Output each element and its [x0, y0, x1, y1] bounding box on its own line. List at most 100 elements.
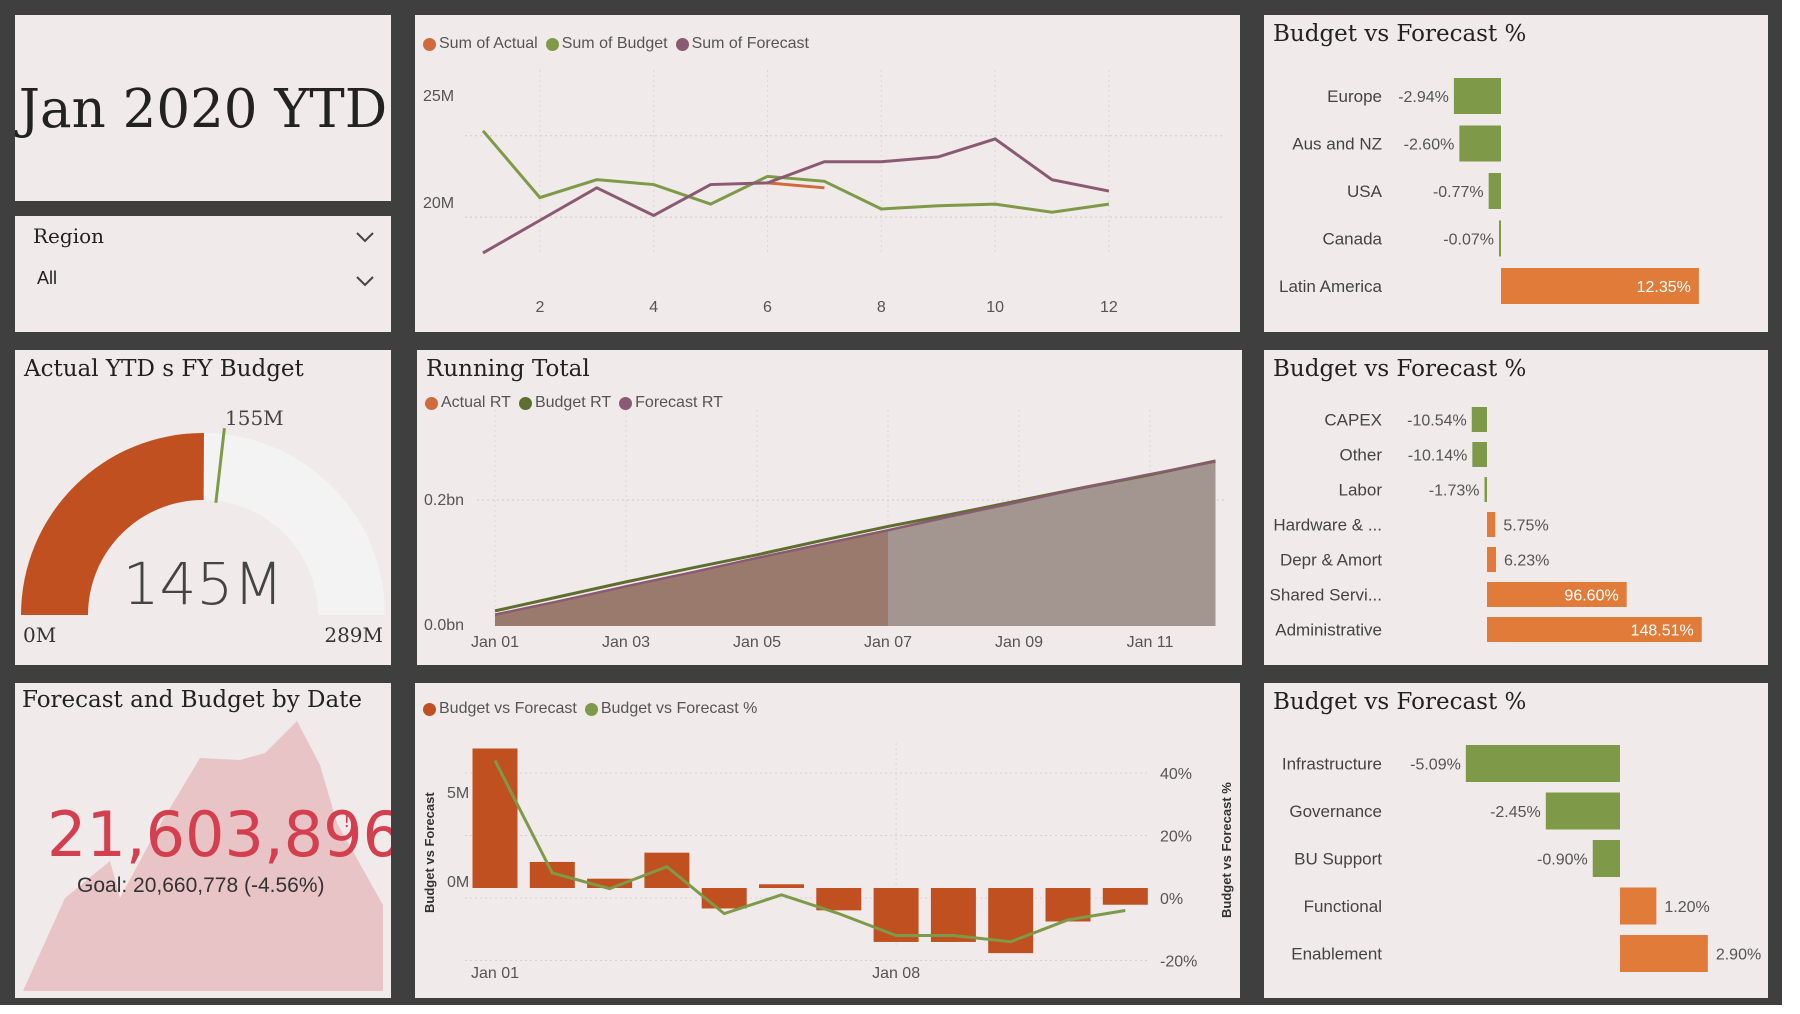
region-variance-chart: Budget vs Forecast % Europe -2.94% Aus and… [1264, 15, 1768, 332]
variance-bar [1465, 745, 1620, 782]
x-tick: Jan 03 [602, 634, 650, 651]
x-tick: 12 [1100, 299, 1118, 316]
category-label: Other [1339, 446, 1382, 465]
category-label: Latin America [1279, 277, 1383, 296]
category-label: Enablement [1291, 945, 1382, 964]
gauge-max: 289M [324, 623, 383, 647]
x-tick: 2 [535, 299, 544, 316]
value-label: -2.45% [1490, 804, 1541, 821]
x-tick: Jan 07 [864, 634, 912, 651]
kpi-title: Forecast and Budget by Date [22, 687, 363, 713]
variance-bar [1545, 792, 1620, 830]
y-tick: 0M [447, 874, 469, 891]
variance-bar [1488, 173, 1501, 209]
value-label: -5.09% [1410, 757, 1461, 774]
bar-chart: Infrastructure -5.09% Governance -2.45% BU S… [1282, 745, 1761, 972]
x-tick: 8 [877, 299, 886, 316]
variance-bar [1459, 125, 1501, 162]
y-tick-right: 20% [1160, 829, 1192, 846]
variance-bar [529, 861, 575, 888]
variance-bar [1472, 442, 1487, 467]
x-tick: Jan 01 [471, 965, 519, 982]
value-label: -0.90% [1537, 852, 1588, 869]
y-axis-right-title: Budget vs Forecast % [1219, 782, 1234, 918]
slicer-value[interactable]: All [37, 268, 57, 289]
variance-bar [988, 888, 1034, 954]
area-chart: 0.2bn 0.0bn Jan 01 Jan 03 Jan 05 Jan 07 Jan … [424, 410, 1227, 651]
value-label: -10.14% [1408, 448, 1468, 465]
variance-bar [472, 748, 518, 888]
dropdown-chevron-icon[interactable] [355, 274, 375, 292]
x-tick: Jan 11 [1127, 634, 1174, 651]
x-tick: Jan 05 [733, 634, 781, 651]
category-label: USA [1347, 182, 1383, 201]
value-label: -1.73% [1429, 483, 1480, 500]
variance-bar [1102, 888, 1148, 905]
value-label: -2.94% [1398, 89, 1449, 106]
y-tick-right: 40% [1160, 766, 1192, 783]
value-label: 148.51% [1631, 623, 1694, 640]
kpi-title: Jan 2020 YTD [18, 79, 388, 140]
function-variance-chart: Budget vs Forecast % Infrastructure -5.09… [1264, 683, 1768, 998]
x-tick: 10 [986, 299, 1004, 316]
variance-bar [873, 888, 919, 942]
category-variance-chart: Budget vs Forecast % CAPEX -10.54% Other -1… [1264, 350, 1768, 665]
kpi-goal: Goal: 20,660,778 (-4.56%) [77, 874, 325, 897]
region-slicer[interactable]: Region All [15, 216, 391, 332]
category-label: Infrastructure [1282, 755, 1382, 774]
y-tick-right: -20% [1160, 954, 1197, 971]
variance-bar [644, 852, 690, 888]
variance-bar [930, 888, 976, 942]
category-label: CAPEX [1324, 411, 1382, 430]
running-total-tile: Running Total Actual RT Budget RT Foreca… [417, 350, 1242, 665]
y-tick: 0.2bn [424, 492, 464, 509]
line-chart-tile: Sum of Actual Sum of Budget Sum of Forec… [415, 15, 1240, 332]
category-label: Shared Servi... [1270, 586, 1382, 605]
category-label: Hardware & ... [1273, 516, 1382, 535]
forecast-kpi-card: Forecast and Budget by Date 21,603,896 !… [15, 683, 391, 998]
variance-bar [1471, 407, 1487, 432]
variance-bar [1620, 935, 1708, 972]
value-label: -10.54% [1407, 413, 1467, 430]
value-label: -0.77% [1433, 184, 1484, 201]
y-tick: 5M [447, 785, 469, 802]
category-label: Functional [1304, 897, 1382, 916]
series-line [482, 137, 1110, 255]
y-axis-left-title: Budget vs Forecast [422, 792, 437, 913]
value-label: -0.07% [1443, 232, 1494, 249]
value-label: 12.35% [1637, 279, 1691, 296]
x-tick: 4 [649, 299, 658, 316]
line-chart: 25M 20M 2 4 6 8 10 12 [423, 70, 1225, 316]
x-tick: 6 [763, 299, 772, 316]
x-tick: Jan 09 [995, 634, 1043, 651]
value-label: 2.90% [1716, 947, 1761, 964]
category-label: Labor [1339, 481, 1383, 500]
y-tick: 25M [423, 88, 454, 105]
y-tick-right: 0% [1160, 891, 1183, 908]
variance-bar [1620, 887, 1657, 925]
chevron-down-icon[interactable] [355, 230, 375, 248]
category-label: Aus and NZ [1292, 135, 1382, 154]
variance-bar [1499, 220, 1501, 257]
variance-bar [701, 888, 747, 909]
variance-bar [1592, 840, 1620, 877]
slicer-label: Region [33, 224, 105, 248]
category-label: Europe [1327, 87, 1382, 106]
actual-area [495, 530, 888, 626]
bar-chart: CAPEX -10.54% Other -10.14% Labor -1.73% Hardw… [1270, 407, 1702, 642]
category-label: Depr & Amort [1280, 551, 1382, 570]
kpi-value: 21,603,896 [47, 798, 391, 871]
category-label: Administrative [1275, 621, 1382, 640]
variance-bar [1487, 547, 1497, 572]
series-line [767, 181, 825, 190]
gauge-value: 145M [122, 550, 284, 618]
variance-bar [1453, 78, 1501, 114]
x-tick: Jan 01 [471, 634, 519, 651]
variance-bar [1487, 512, 1496, 537]
y-tick: 20M [423, 195, 454, 212]
variance-bar [759, 884, 804, 888]
gauge-card: Actual YTD s FY Budget 155M 145M 0M 289M [15, 350, 391, 665]
y-tick: 0.0bn [424, 617, 464, 634]
gauge-target-label: 155M [225, 406, 284, 430]
value-label: 6.23% [1504, 553, 1549, 570]
